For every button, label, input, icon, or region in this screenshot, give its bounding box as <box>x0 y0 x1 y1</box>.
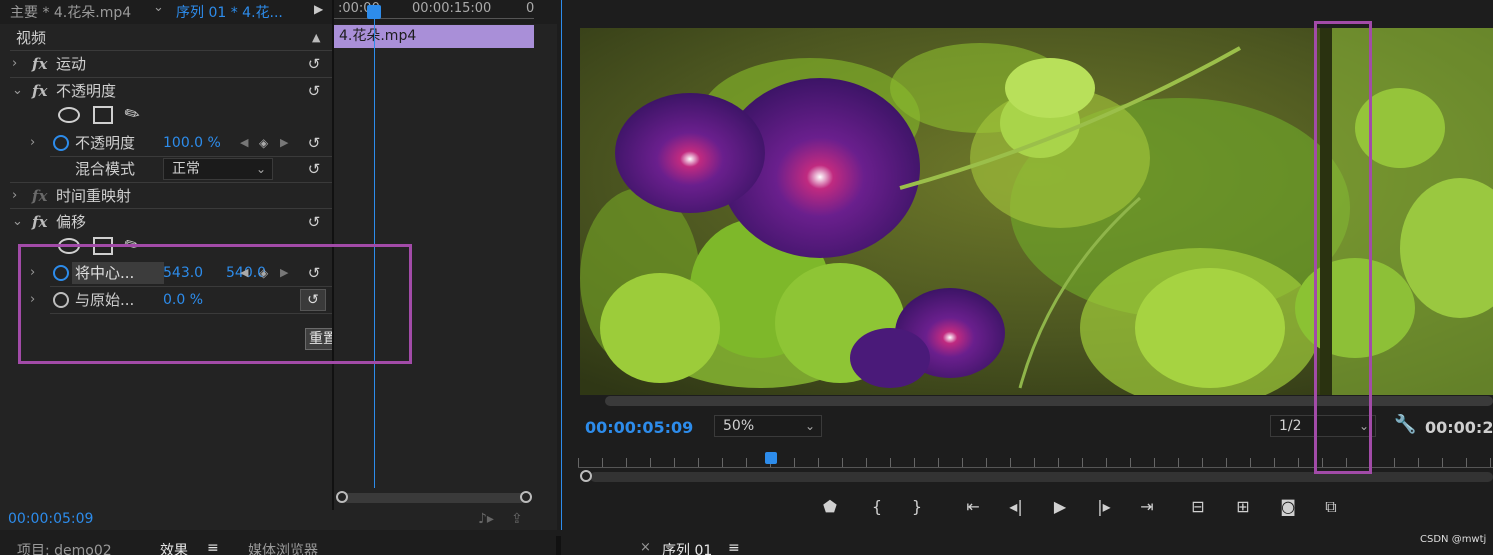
play-triangle-icon[interactable]: ▶ <box>314 2 323 16</box>
tab-effects[interactable]: 效果 <box>160 540 188 555</box>
effect-time-remap-label: 时间重映射 <box>56 187 132 205</box>
opacity-value[interactable]: 100.0 % <box>163 130 221 156</box>
source-clip-tab[interactable]: 主要 * 4.花朵.mp4 <box>10 2 131 22</box>
fx-icon[interactable]: fx <box>32 209 47 235</box>
add-marker-icon[interactable]: ⬟ <box>819 498 841 516</box>
clip-bar[interactable]: 4.花朵.mp4 <box>334 25 534 48</box>
scroll-handle-right[interactable] <box>520 491 532 503</box>
sequence-tab[interactable]: 序列 01 * 4.花... <box>176 2 283 22</box>
bottom-panel-bar <box>0 536 1493 555</box>
chevron-right-icon[interactable]: › <box>12 51 17 77</box>
opacity-property-row: › 不透明度 100.0 % ◀ ◈ ▶ ↺ <box>10 130 332 156</box>
playhead-handle[interactable] <box>367 5 381 19</box>
blend-mode-label: 混合模式 <box>75 160 136 178</box>
monitor-duration-timecode: 00:00:26 <box>1425 418 1493 437</box>
next-keyframe-icon[interactable]: ▶ <box>280 130 288 156</box>
timeline-scrollbar[interactable] <box>342 493 526 503</box>
zoom-value: 50% <box>723 418 755 434</box>
monitor-current-timecode[interactable]: 00:00:05:09 <box>585 418 693 437</box>
monitor-playhead[interactable] <box>765 452 777 464</box>
highlight-box-right <box>1314 21 1372 474</box>
scroll-handle-left[interactable] <box>336 491 348 503</box>
chevron-down-icon[interactable]: ⌄ <box>12 209 23 235</box>
chevron-down-icon: ⌄ <box>804 419 815 433</box>
chevron-down-icon: ⌄ <box>255 162 266 176</box>
stopwatch-icon[interactable] <box>53 135 69 151</box>
tab-media-browser[interactable]: 媒体浏览器 <box>248 540 318 555</box>
close-icon[interactable]: × <box>640 540 651 555</box>
effect-offset[interactable]: ⌄ fx 偏移 ↺ <box>10 209 332 235</box>
collapse-up-icon[interactable]: ▲ <box>312 25 320 51</box>
ruler-baseline <box>334 18 534 19</box>
export-frame-icon[interactable]: ⇪ <box>511 511 523 527</box>
ruler-mid-label: 00:00:15:00 <box>412 1 492 16</box>
fx-icon: fx <box>32 187 48 205</box>
fx-icon[interactable]: fx <box>32 51 47 77</box>
rectangle-mask-icon[interactable] <box>93 106 113 124</box>
effect-opacity-label: 不透明度 <box>56 82 117 100</box>
tab-menu-icon[interactable]: ≡ <box>207 540 219 555</box>
resolution-value: 1/2 <box>1279 418 1302 434</box>
blend-mode-select[interactable]: 正常 ⌄ <box>163 158 273 180</box>
effect-controls-timecode[interactable]: 00:00:05:09 <box>8 511 93 527</box>
reset-icon[interactable]: ↺ <box>304 55 324 73</box>
play-icon[interactable]: ▶ <box>1049 498 1071 516</box>
blend-mode-value: 正常 <box>172 161 200 177</box>
effect-controls-header: 主要 * 4.花朵.mp4 ⌄ 序列 01 * 4.花... ▶ <box>0 0 333 24</box>
reset-icon[interactable]: ↺ <box>304 82 324 100</box>
zoom-scroll-handle[interactable] <box>580 470 592 482</box>
extract-icon[interactable]: ⊞ <box>1232 498 1254 516</box>
step-back-icon[interactable]: ◂| <box>1005 498 1027 516</box>
reset-icon[interactable]: ↺ <box>304 134 324 152</box>
panel-divider <box>556 536 561 555</box>
zoom-select[interactable]: 50% ⌄ <box>714 415 822 437</box>
prev-keyframe-icon[interactable]: ◀ <box>240 130 248 156</box>
tab-sequence[interactable]: 序列 01 <box>662 540 712 555</box>
step-forward-icon[interactable]: |▸ <box>1093 498 1115 516</box>
watermark: CSDN @mwtj <box>1420 534 1487 545</box>
go-to-in-icon[interactable]: ⇤ <box>962 498 984 516</box>
opacity-property-label: 不透明度 <box>75 134 136 152</box>
chevron-down-icon[interactable]: ⌄ <box>12 78 23 104</box>
effect-motion-label: 运动 <box>56 55 87 73</box>
effect-time-remap[interactable]: › fx 时间重映射 <box>10 183 332 209</box>
effect-motion[interactable]: › fx 运动 ↺ <box>10 51 332 77</box>
effect-opacity[interactable]: ⌄ fx 不透明度 ↺ <box>10 78 332 104</box>
ellipse-mask-icon[interactable] <box>58 107 80 123</box>
lift-icon[interactable]: ⊟ <box>1187 498 1209 516</box>
audio-only-icon[interactable]: ♪▸ <box>478 511 494 527</box>
video-section-label: 视频 <box>16 29 47 47</box>
camera-icon[interactable]: ◙ <box>1277 498 1299 516</box>
mark-in-icon[interactable]: { <box>866 498 888 516</box>
chevron-down-icon[interactable]: ⌄ <box>153 0 164 15</box>
comparison-view-icon[interactable]: ⧉ <box>1320 498 1342 516</box>
chevron-right-icon[interactable]: › <box>12 183 17 209</box>
fx-icon[interactable]: fx <box>32 78 47 104</box>
reset-icon[interactable]: ↺ <box>304 213 324 231</box>
chevron-right-icon[interactable]: › <box>30 130 35 156</box>
ruler-end-label: 0 <box>526 1 535 16</box>
highlight-box-left <box>18 244 412 364</box>
blend-mode-row: 混合模式 正常 ⌄ ↺ <box>10 156 332 182</box>
mark-out-icon[interactable]: } <box>906 498 928 516</box>
add-keyframe-icon[interactable]: ◈ <box>259 130 268 156</box>
reset-icon[interactable]: ↺ <box>304 160 324 178</box>
go-to-out-icon[interactable]: ⇥ <box>1136 498 1158 516</box>
tab-sequence-menu-icon[interactable]: ≡ <box>728 540 740 555</box>
video-section-header: 视频 ▲ <box>10 25 332 51</box>
effect-offset-label: 偏移 <box>56 213 87 231</box>
tab-project[interactable]: 项目: demo02 <box>17 540 112 555</box>
wrench-icon[interactable]: 🔧 <box>1394 414 1416 435</box>
